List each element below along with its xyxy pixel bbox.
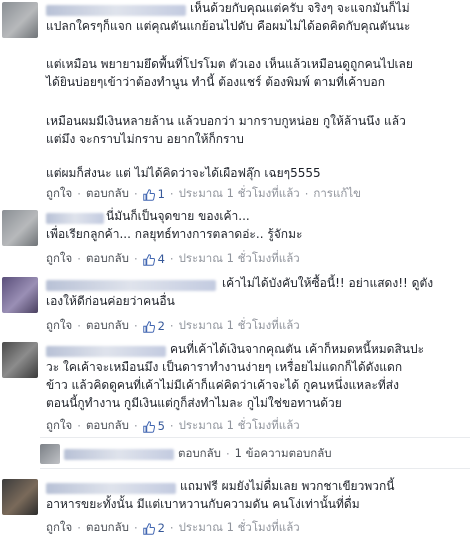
comment-actions: ถูกใจ · ตอบกลับ · 4 · ประมาณ 1 ชั่วโมงที… <box>46 250 300 268</box>
comment-3: เค้าไม่ได้บังคับให้ซื้อนี้!! อย่าแสดง!! … <box>0 274 470 336</box>
author-name-redacted[interactable] <box>46 280 216 291</box>
comment-actions: ถูกใจ · ตอบกลับ · 2 · ประมาณ 1 ชั่วโมงที… <box>46 519 300 537</box>
thumbs-up-icon[interactable] <box>142 321 155 333</box>
comment-text: ตอนนี้กูทำงาน กูมีเงินแต่กูก็ส่งทำไมละ ก… <box>46 396 342 410</box>
like-link[interactable]: ถูกใจ <box>46 519 72 537</box>
comment-actions: ถูกใจ · ตอบกลับ · 1 · ประมาณ 1 ชั่วโมงที… <box>46 185 361 203</box>
comment-1: เห็นด้วยกับคุณแต่ครับ จริงๆ จะแจกมันก็ไม… <box>0 0 470 205</box>
comment-text: ได้ยินบ่อยๆเข้าว่าต้องทำนูน ทำนี้ ต้องแช… <box>46 75 385 89</box>
like-link[interactable]: ถูกใจ <box>46 250 72 268</box>
avatar[interactable] <box>40 444 60 464</box>
reply-link[interactable]: ตอบกลับ <box>86 185 129 203</box>
comment-4: คนที่เค้าได้เงินจากคุณตัน เค้าก็หมดหนี้ห… <box>0 340 470 435</box>
divider <box>40 468 470 469</box>
reply-thread-row[interactable]: ตอบกลับ · 1 ข้อความตอบกลับ <box>40 444 332 464</box>
reply-link[interactable]: ตอบกลับ <box>86 317 129 335</box>
timestamp[interactable]: ประมาณ 1 ชั่วโมงที่แล้ว <box>179 317 300 335</box>
like-count[interactable]: 5 <box>158 419 165 433</box>
edited-label[interactable]: การแก้ไข <box>313 185 361 203</box>
comment-text: เหมือนผมมีเงินหลายล้าน แล้วบอกว่า มากราบ… <box>46 114 406 128</box>
comment-text: เห็นด้วยกับคุณแต่ครับ จริงๆ จะแจกมันก็ไม… <box>190 1 410 15</box>
thumbs-up-icon[interactable] <box>142 254 155 266</box>
comment-text: แต่ผมก็ส่งนะ แต่ ไม่ได้คิดว่าจะได้เผือฟล… <box>46 166 321 180</box>
comment-text: ข้าว แล้วคิดดูคนที่เค้าไม่มีเค้าก็แค่คิด… <box>46 378 399 392</box>
author-name-redacted[interactable] <box>46 346 166 357</box>
comment-text: อาหารขยะทั้งนั้น มีแต่เบาหวานกับความดัน … <box>46 497 360 511</box>
reply-link[interactable]: ตอบกลับ <box>178 445 221 463</box>
comment-actions: ถูกใจ · ตอบกลับ · 5 · ประมาณ 1 ชั่วโมงที… <box>46 417 300 435</box>
timestamp[interactable]: ประมาณ 1 ชั่วโมงที่แล้ว <box>179 250 300 268</box>
author-name-redacted[interactable] <box>46 213 104 224</box>
comment-text: คนที่เค้าได้เงินจากคุณตัน เค้าก็หมดหนี้ห… <box>170 342 425 356</box>
author-name-redacted[interactable] <box>46 483 176 494</box>
like-count[interactable]: 2 <box>158 319 165 333</box>
author-name-redacted[interactable] <box>46 5 186 16</box>
like-count[interactable]: 1 <box>158 187 165 201</box>
reply-link[interactable]: ตอบกลับ <box>86 417 129 435</box>
timestamp[interactable]: ประมาณ 1 ชั่วโมงที่แล้ว <box>179 417 300 435</box>
comment-text: วะ ใคเค้าจะเหมือนมึง เป็นดาราทำงานง่ายๆ … <box>46 360 403 374</box>
view-replies-link[interactable]: 1 ข้อความตอบกลับ <box>235 445 332 463</box>
thumbs-up-icon[interactable] <box>142 523 155 535</box>
reply-link[interactable]: ตอบกลับ <box>86 519 129 537</box>
comment-text: แถมฟรี ผมยังไม่ดื่มเลย พวกชาเขียวพวกนี้ <box>180 479 395 493</box>
comment-text: แปลกใครๆก็แจก แต่คุณตันแกย้อนไปดับ คือผม… <box>46 19 411 33</box>
comment-text: แต่มึง จะกราบไม่กราบ อยากให้ก็กราบ <box>46 132 244 146</box>
like-link[interactable]: ถูกใจ <box>46 417 72 435</box>
like-count[interactable]: 4 <box>158 252 165 266</box>
avatar[interactable] <box>2 210 38 246</box>
comment-actions: ถูกใจ · ตอบกลับ · 2 · ประมาณ 1 ชั่วโมงที… <box>46 317 300 335</box>
reply-link[interactable]: ตอบกลับ <box>86 250 129 268</box>
timestamp[interactable]: ประมาณ 1 ชั่วโมงที่แล้ว <box>179 519 300 537</box>
thumbs-up-icon[interactable] <box>142 189 155 201</box>
like-count[interactable]: 2 <box>158 521 165 535</box>
divider <box>40 437 470 438</box>
comment-text: เพื่อเรียกลูกค้า... กลยุทธ์ทางการตลาดอ่ะ… <box>46 227 303 241</box>
avatar[interactable] <box>2 277 38 313</box>
comment-text: แต่เหมือน พยายามยึดพื้นที่โปรโมต ตัวเอง … <box>46 57 413 71</box>
timestamp[interactable]: ประมาณ 1 ชั่วโมงที่แล้ว <box>179 185 300 203</box>
like-link[interactable]: ถูกใจ <box>46 185 72 203</box>
thumbs-up-icon[interactable] <box>142 421 155 433</box>
comment-2: นี่มันก็เป็นจุดขาย ของเค้า... เพื่อเรียก… <box>0 207 470 269</box>
comment-text: เองให้ดีก่อนค่อยว่าคนอื่น <box>46 294 175 308</box>
comment-text: เค้าไม่ได้บังคับให้ซื้อนี้!! อย่าแสดง!! … <box>222 276 434 290</box>
author-name-redacted[interactable] <box>64 448 174 460</box>
avatar[interactable] <box>2 479 38 515</box>
comment-text: นี่มันก็เป็นจุดขาย ของเค้า... <box>106 209 250 223</box>
avatar[interactable] <box>2 2 38 38</box>
comment-5: แถมฟรี ผมยังไม่ดื่มเลย พวกชาเขียวพวกนี้ … <box>0 477 470 539</box>
like-link[interactable]: ถูกใจ <box>46 317 72 335</box>
avatar[interactable] <box>2 342 38 378</box>
